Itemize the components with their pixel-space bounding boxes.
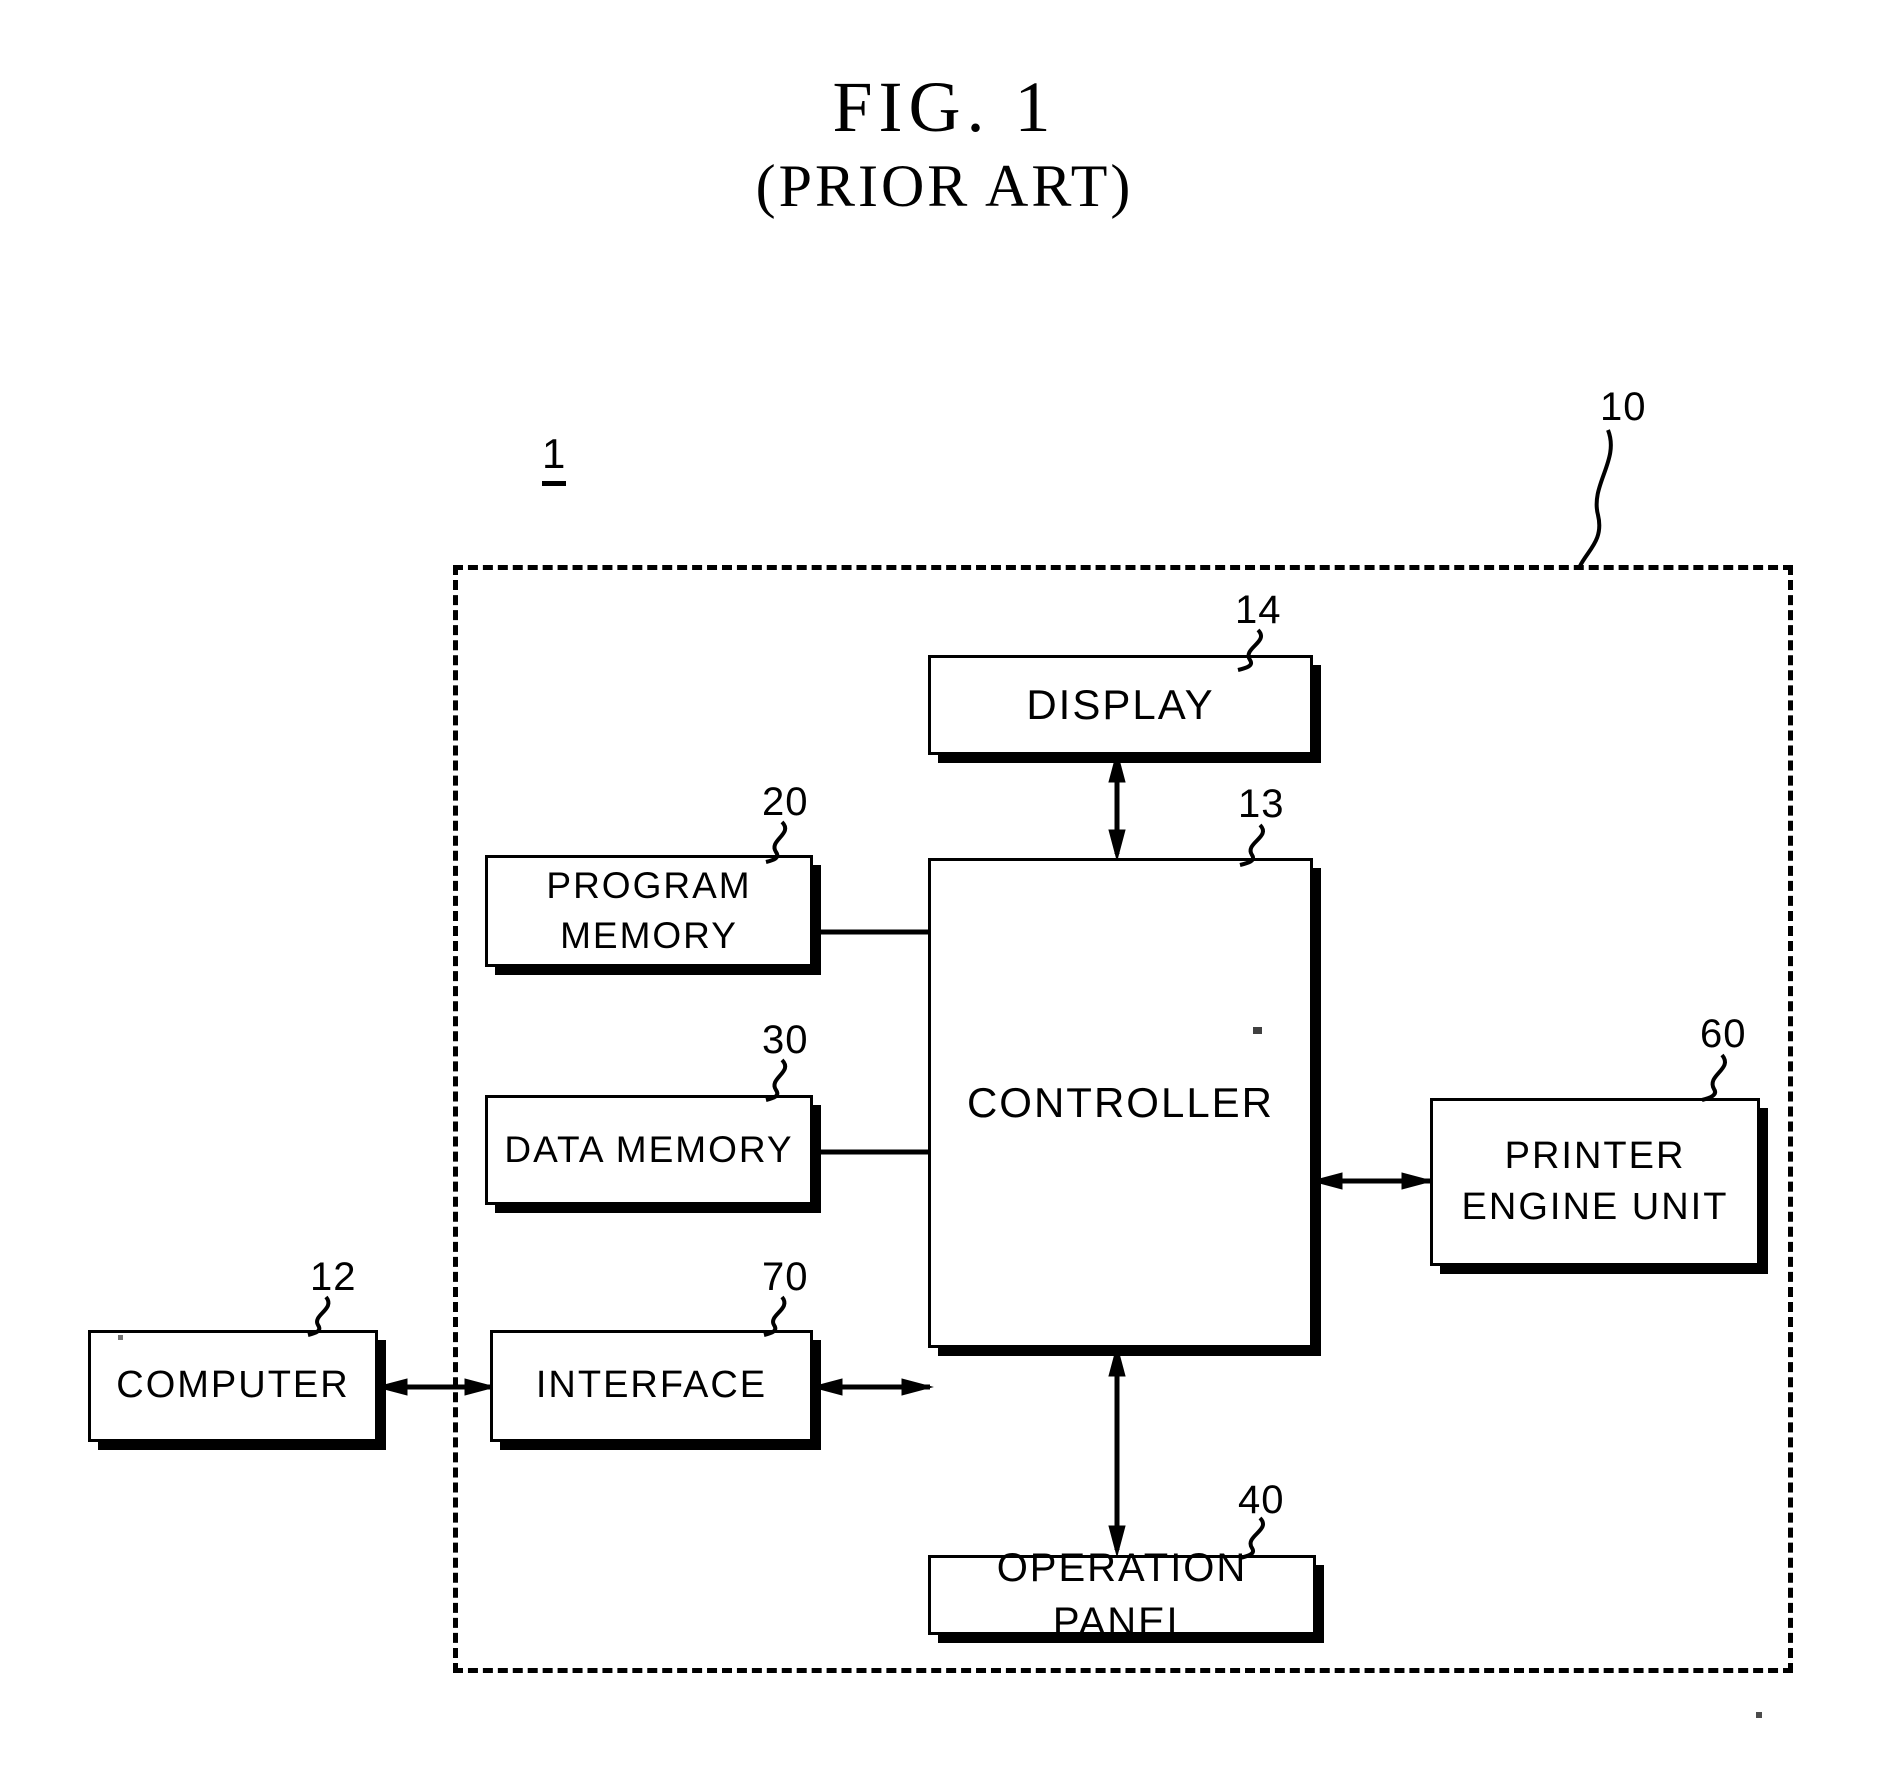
leader-line-display xyxy=(1237,628,1263,672)
scan-artifact-speck xyxy=(1253,1027,1262,1034)
connector-display-controller xyxy=(1108,750,1126,862)
ref-numeral-interface: 70 xyxy=(762,1255,809,1299)
scan-artifact-speck xyxy=(1756,1712,1762,1718)
connector-controller-operation-panel xyxy=(1108,1344,1126,1558)
connector-interface-controller xyxy=(810,1378,934,1396)
node-display-label: DISPLAY xyxy=(1026,680,1215,728)
leader-line-operation-panel xyxy=(1239,1516,1265,1560)
ref-numeral-display: 14 xyxy=(1235,588,1282,632)
connector-data-memory-controller xyxy=(810,1149,932,1155)
block-diagram: 1 10 DISPLAY 14 PROGRAM MEMORY 20 CONTRO… xyxy=(0,0,1889,1777)
leader-line-data-memory xyxy=(765,1058,787,1102)
node-controller[interactable]: CONTROLLER xyxy=(928,858,1313,1348)
node-printer-engine-unit-label: PRINTER ENGINE UNIT xyxy=(1461,1134,1729,1228)
leader-line-controller xyxy=(1239,823,1265,867)
node-interface-label: INTERFACE xyxy=(535,1364,768,1407)
ref-numeral-controller: 13 xyxy=(1238,782,1285,826)
leader-line-printer-engine-unit xyxy=(1701,1053,1727,1102)
node-printer-engine-unit[interactable]: PRINTER ENGINE UNIT xyxy=(1430,1098,1760,1266)
connector-computer-interface xyxy=(375,1378,497,1396)
leader-line-interface xyxy=(763,1295,787,1337)
node-computer-label: COMPUTER xyxy=(116,1364,350,1407)
node-computer[interactable]: COMPUTER xyxy=(88,1330,378,1442)
ref-numeral-computer: 12 xyxy=(310,1255,357,1299)
connector-program-memory-controller xyxy=(810,929,932,935)
node-program-memory-label: PROGRAM MEMORY xyxy=(546,865,752,956)
node-controller-label: CONTROLLER xyxy=(966,1078,1275,1126)
scan-artifact-speck xyxy=(118,1335,123,1340)
node-data-memory[interactable]: DATA MEMORY xyxy=(485,1095,813,1205)
ref-numeral-enclosure: 10 xyxy=(1600,385,1647,429)
ref-numeral-data-memory: 30 xyxy=(762,1018,809,1062)
node-display[interactable]: DISPLAY xyxy=(928,655,1313,755)
ref-numeral-printer-engine-unit: 60 xyxy=(1700,1012,1747,1056)
node-program-memory[interactable]: PROGRAM MEMORY xyxy=(485,855,813,967)
node-interface[interactable]: INTERFACE xyxy=(490,1330,813,1442)
leader-line-program-memory xyxy=(765,820,787,864)
ref-numeral-system: 1 xyxy=(542,430,567,486)
connector-controller-printer-engine xyxy=(1310,1172,1434,1190)
node-data-memory-label: DATA MEMORY xyxy=(504,1129,794,1171)
leader-line-computer xyxy=(307,1295,331,1337)
node-operation-panel[interactable]: OPERATION PANEL xyxy=(928,1546,1316,1644)
ref-numeral-operation-panel: 40 xyxy=(1238,1478,1285,1522)
ref-numeral-program-memory: 20 xyxy=(762,780,809,824)
leader-line-enclosure xyxy=(1578,429,1613,567)
